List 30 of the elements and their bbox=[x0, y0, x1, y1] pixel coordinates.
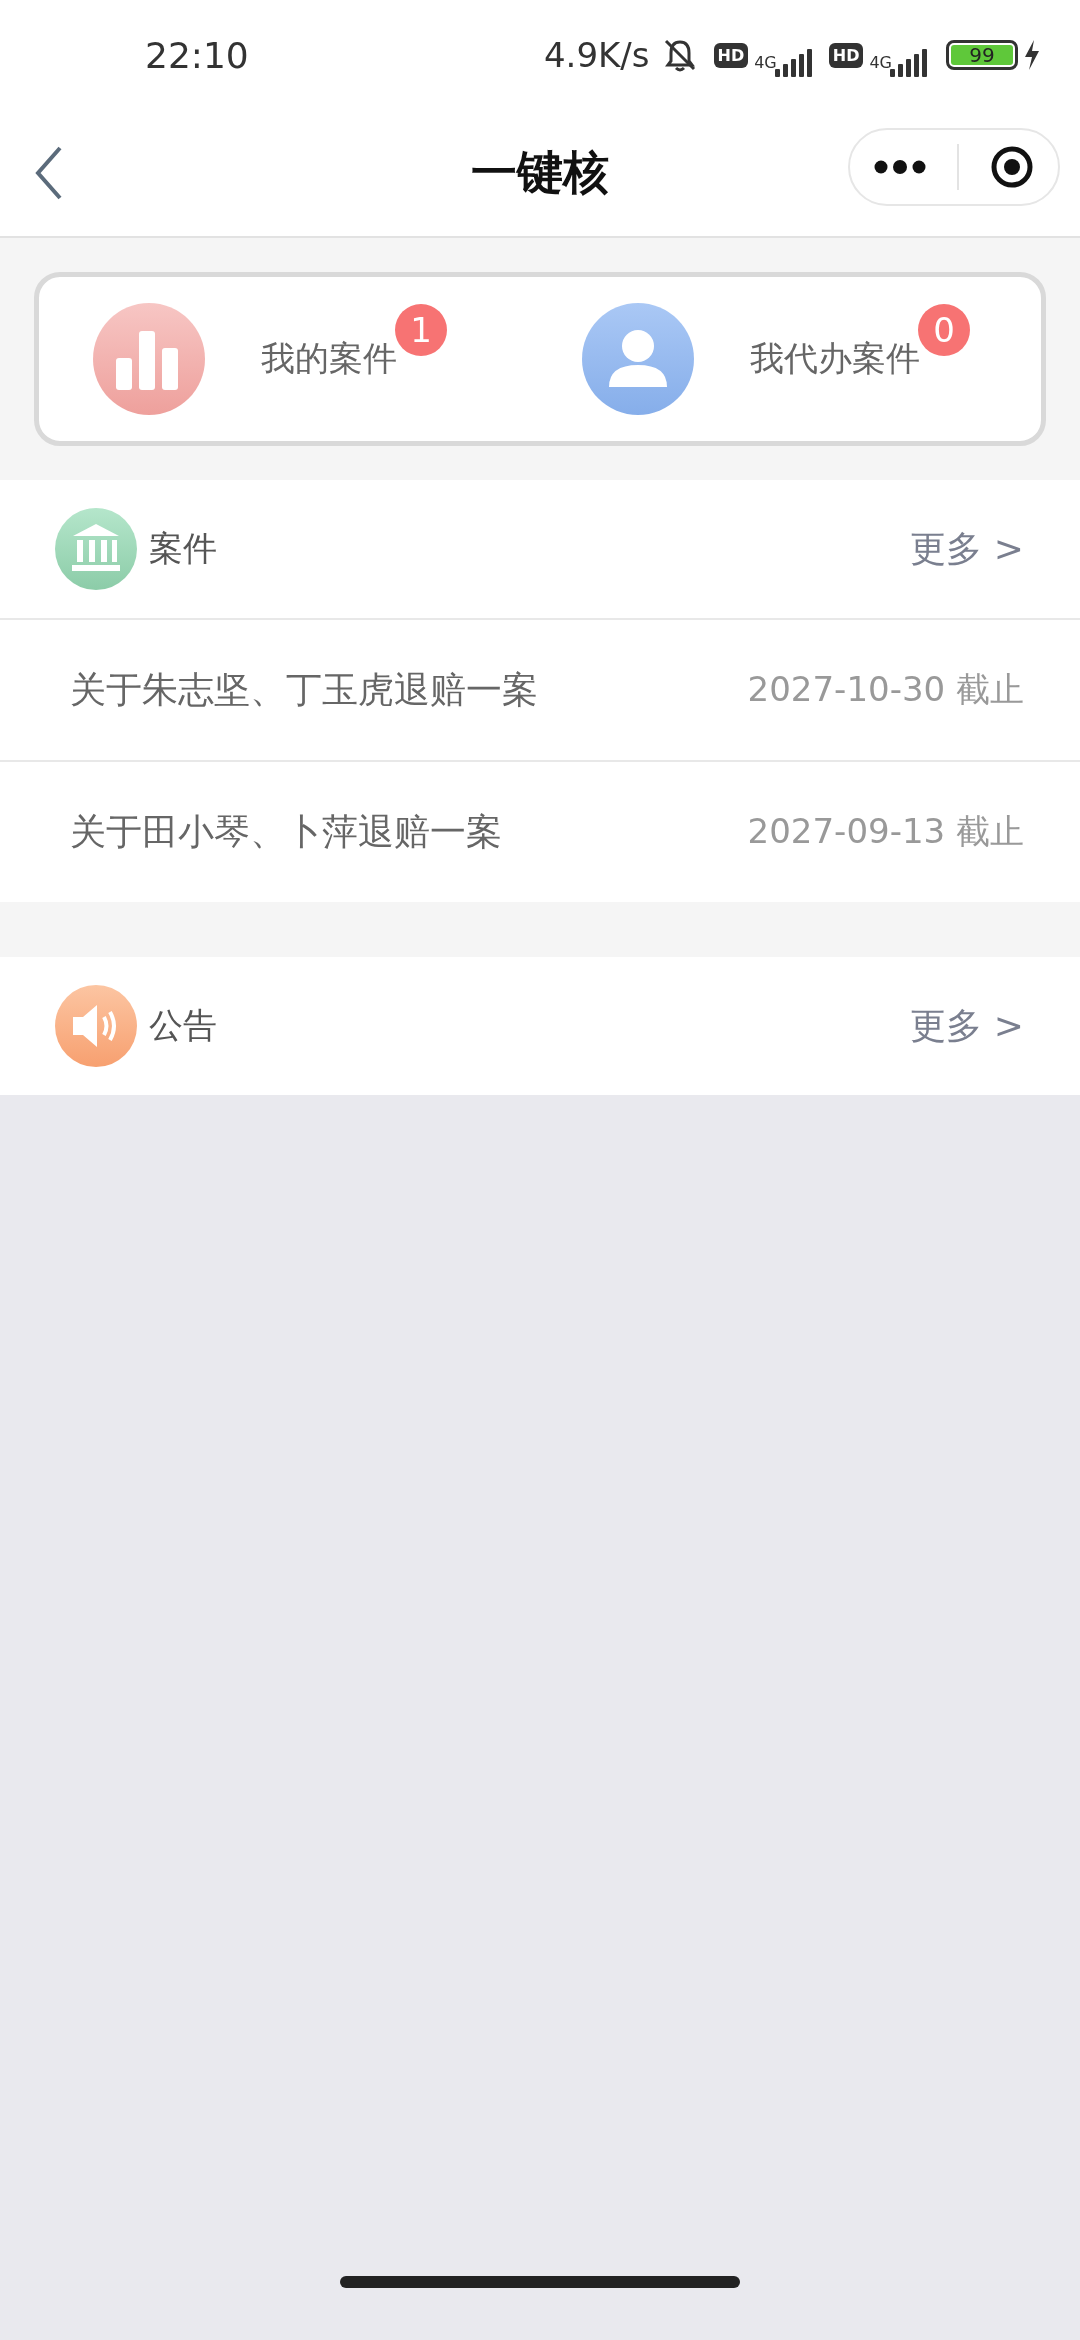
shortcut-item[interactable]: 我的案件 1 bbox=[39, 303, 552, 415]
back-icon[interactable] bbox=[35, 146, 63, 200]
more-icon[interactable] bbox=[873, 160, 926, 174]
speaker-icon bbox=[55, 985, 137, 1067]
person-icon bbox=[582, 303, 694, 415]
shortcut-item[interactable]: 我代办案件 0 bbox=[552, 303, 1041, 415]
deadline-date: 2027-09-13 截止 bbox=[747, 810, 1024, 853]
more-link[interactable]: 更多 > bbox=[910, 1001, 1024, 1051]
shortcut-label: 我代办案件 bbox=[750, 338, 920, 378]
network-speed: 4.9K/s bbox=[543, 35, 650, 75]
status-time: 22:10 bbox=[145, 34, 249, 76]
hd-badge: HD bbox=[828, 42, 864, 68]
section-title: 公告 bbox=[149, 1004, 218, 1047]
section-title: 案件 bbox=[149, 527, 218, 570]
network-type: 4G bbox=[754, 55, 777, 71]
close-icon[interactable] bbox=[990, 145, 1035, 189]
case-title: 关于朱志坚、丁玉虎退赔一案 bbox=[70, 667, 538, 712]
count-badge: 1 bbox=[395, 304, 447, 356]
deadline-date: 2027-10-30 截止 bbox=[747, 668, 1024, 711]
page-title: 一键核 bbox=[471, 144, 609, 201]
battery-level: 99 bbox=[951, 45, 1013, 65]
more-link[interactable]: 更多 > bbox=[910, 524, 1024, 574]
case-row[interactable]: 关于朱志坚、丁玉虎退赔一案 2027-10-30 截止 bbox=[0, 618, 1080, 760]
case-title: 关于田小琴、卜萍退赔一案 bbox=[70, 809, 502, 854]
count-badge: 0 bbox=[918, 304, 970, 356]
network-type: 4G bbox=[869, 55, 892, 71]
bar-chart-icon bbox=[93, 303, 205, 415]
shortcut-label: 我的案件 bbox=[261, 338, 397, 378]
bank-icon bbox=[55, 508, 137, 590]
hd-badge: HD bbox=[713, 42, 749, 68]
